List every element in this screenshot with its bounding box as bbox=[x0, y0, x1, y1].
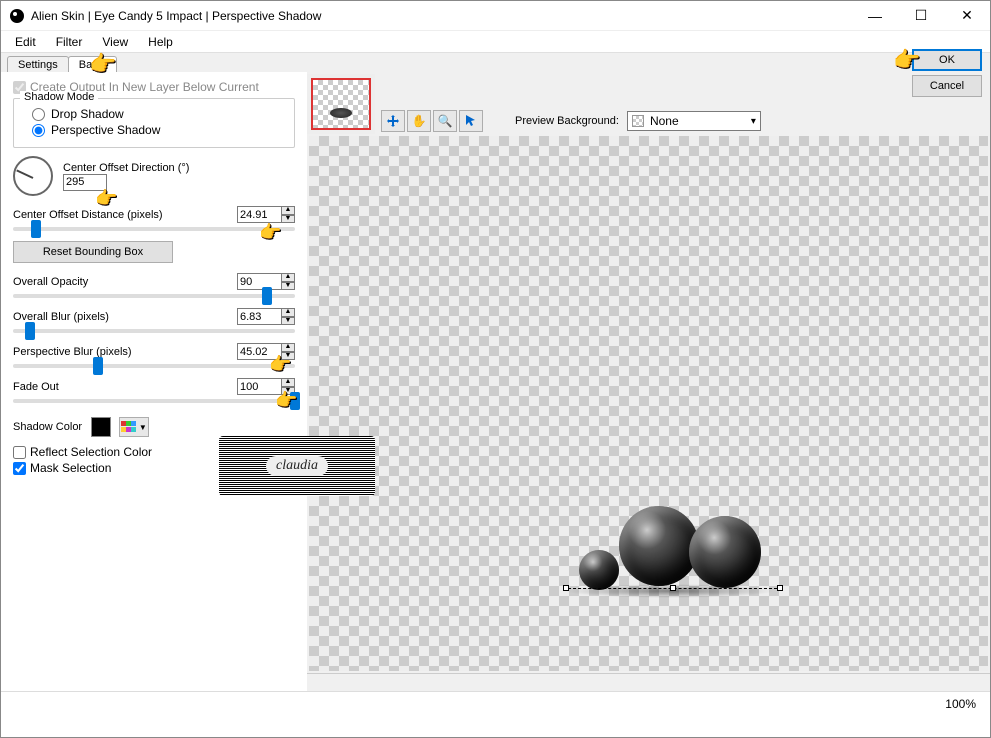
menu-filter[interactable]: Filter bbox=[46, 33, 93, 51]
perspective-blur-slider[interactable] bbox=[13, 364, 295, 368]
perspective-shadow-radio[interactable] bbox=[32, 124, 45, 137]
mask-selection-checkbox[interactable] bbox=[13, 462, 26, 475]
zoom-tool-button[interactable]: 🔍 bbox=[433, 110, 457, 132]
title-bar: Alien Skin | Eye Candy 5 Impact | Perspe… bbox=[1, 1, 990, 31]
fade-spin-up[interactable]: ▲ bbox=[281, 378, 295, 387]
orb-large-right bbox=[689, 516, 761, 588]
cancel-button[interactable]: Cancel bbox=[912, 75, 982, 97]
menu-bar: Edit Filter View Help bbox=[1, 31, 990, 53]
highlight-cursor-ok: 👉 bbox=[893, 49, 925, 73]
preview-background-dropdown[interactable]: None bbox=[627, 111, 761, 131]
watermark-logo: claudia bbox=[219, 436, 375, 496]
overall-blur-slider[interactable] bbox=[13, 329, 295, 333]
orb-large-left bbox=[619, 506, 699, 586]
hand-tool-icon: ✋ bbox=[412, 114, 427, 128]
horizontal-scrollbar[interactable] bbox=[307, 673, 990, 691]
perspective-blur-label: Perspective Blur (pixels) bbox=[13, 346, 132, 358]
move-tool-button[interactable] bbox=[381, 110, 405, 132]
pointer-tool-button[interactable] bbox=[459, 110, 483, 132]
preview-panel: ✋ 🔍 Preview Background: None claudia bbox=[307, 72, 990, 691]
status-bar: 100% bbox=[1, 691, 990, 715]
menu-view[interactable]: View bbox=[92, 33, 138, 51]
drop-shadow-label: Drop Shadow bbox=[51, 107, 124, 121]
opacity-spin-down[interactable]: ▼ bbox=[281, 282, 295, 291]
transparency-swatch-icon bbox=[632, 115, 644, 127]
blur-spin-up[interactable]: ▲ bbox=[281, 308, 295, 317]
reflect-selection-color-checkbox[interactable] bbox=[13, 446, 26, 459]
highlight-cursor-direction: 👉 bbox=[95, 187, 127, 211]
window-title: Alien Skin | Eye Candy 5 Impact | Perspe… bbox=[31, 9, 852, 23]
highlight-cursor-distance: 👉 bbox=[259, 221, 291, 245]
opacity-spin-up[interactable]: ▲ bbox=[281, 273, 295, 282]
overall-opacity-slider[interactable] bbox=[13, 294, 295, 298]
distance-spin-up[interactable]: ▲ bbox=[281, 206, 295, 215]
minimize-button[interactable]: — bbox=[852, 1, 898, 30]
thumbnail-strip bbox=[307, 74, 375, 134]
overall-blur-input[interactable] bbox=[237, 308, 281, 325]
fade-out-slider[interactable] bbox=[13, 399, 295, 403]
menu-edit[interactable]: Edit bbox=[5, 33, 46, 51]
reset-bounding-box-button[interactable]: Reset Bounding Box bbox=[13, 241, 173, 263]
drop-shadow-radio[interactable] bbox=[32, 108, 45, 121]
hand-tool-button[interactable]: ✋ bbox=[407, 110, 431, 132]
preview-background-label: Preview Background: bbox=[515, 115, 619, 127]
shadow-color-swatch[interactable] bbox=[91, 417, 111, 437]
tab-settings[interactable]: Settings bbox=[7, 56, 69, 72]
shadow-color-label: Shadow Color bbox=[13, 421, 82, 433]
preview-thumbnail[interactable] bbox=[311, 78, 371, 130]
move-tool-icon bbox=[386, 114, 400, 128]
fade-out-label: Fade Out bbox=[13, 381, 59, 393]
controls-panel: Create Output In New Layer Below Current… bbox=[1, 72, 307, 691]
reflect-selection-color-label: Reflect Selection Color bbox=[30, 445, 152, 459]
blur-spin-down[interactable]: ▼ bbox=[281, 317, 295, 326]
highlight-cursor-basic-tab: 👉 bbox=[89, 53, 121, 77]
palette-button[interactable]: ▼ bbox=[119, 417, 149, 437]
preview-canvas[interactable]: claudia bbox=[309, 136, 988, 671]
palette-icon bbox=[121, 421, 137, 433]
overall-opacity-input[interactable] bbox=[237, 273, 281, 290]
pblur-spin-up[interactable]: ▲ bbox=[281, 343, 295, 352]
transform-handles[interactable] bbox=[563, 588, 777, 598]
zoom-tool-icon: 🔍 bbox=[438, 114, 453, 128]
palette-dropdown-icon: ▼ bbox=[139, 423, 147, 432]
highlight-cursor-fadeout: 👉 bbox=[275, 389, 307, 413]
overall-blur-label: Overall Blur (pixels) bbox=[13, 311, 109, 323]
close-button[interactable]: ✕ bbox=[944, 1, 990, 30]
menu-help[interactable]: Help bbox=[138, 33, 183, 51]
zoom-level: 100% bbox=[945, 697, 976, 711]
maximize-button[interactable]: ☐ bbox=[898, 1, 944, 30]
watermark-text: claudia bbox=[266, 456, 328, 476]
pointer-tool-icon bbox=[465, 114, 477, 128]
shadow-mode-legend: Shadow Mode bbox=[20, 91, 98, 103]
highlight-cursor-perspective-blur: 👉 bbox=[269, 353, 301, 377]
tab-strip: Settings Basic bbox=[1, 53, 990, 72]
app-icon bbox=[9, 8, 25, 24]
mask-selection-label: Mask Selection bbox=[30, 461, 111, 475]
direction-dial[interactable] bbox=[13, 156, 53, 196]
perspective-shadow-label: Perspective Shadow bbox=[51, 123, 160, 137]
preview-background-value: None bbox=[650, 114, 679, 128]
orb-small bbox=[579, 550, 619, 590]
center-offset-distance-slider[interactable] bbox=[13, 227, 295, 231]
center-offset-direction-label: Center Offset Direction (°) bbox=[63, 162, 189, 174]
overall-opacity-label: Overall Opacity bbox=[13, 276, 88, 288]
center-offset-distance-label: Center Offset Distance (pixels) bbox=[13, 209, 163, 221]
